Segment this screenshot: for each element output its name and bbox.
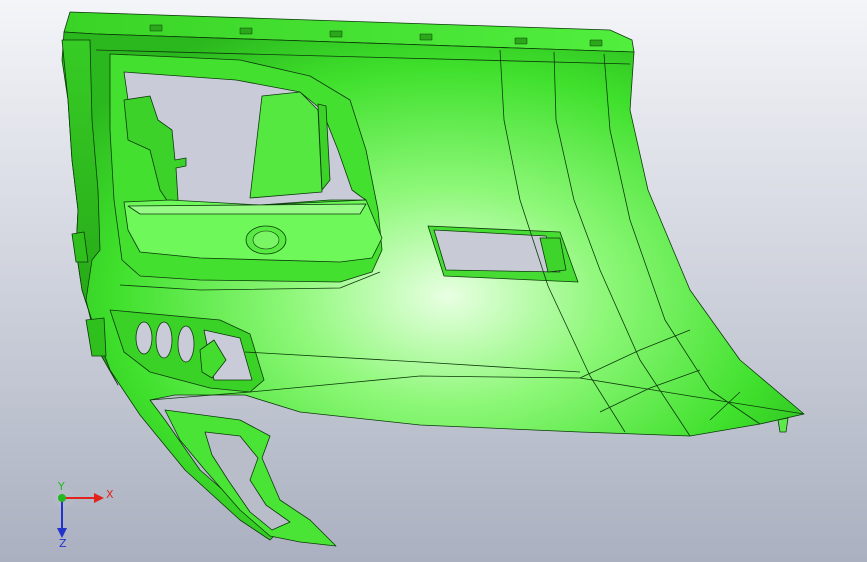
y-axis-label: Y (57, 480, 65, 493)
graphics-viewport[interactable]: X Y Z (0, 0, 867, 562)
grille-hole-3 (177, 325, 195, 363)
z-axis-label: Z (59, 537, 67, 548)
round-boss-inner (252, 230, 280, 250)
x-axis-arrow (94, 493, 104, 503)
notch-5 (514, 37, 528, 45)
grille-hole-2 (155, 321, 173, 359)
notch-6 (589, 39, 603, 47)
notch-2 (239, 27, 253, 35)
tray-lip (127, 203, 367, 215)
x-axis-label: X (106, 488, 114, 501)
notch-4 (419, 33, 433, 41)
notch-1 (149, 24, 163, 32)
cad-graphics-area[interactable] (0, 0, 867, 562)
notch-3 (329, 30, 343, 38)
axis-triad[interactable]: X Y Z (40, 478, 120, 548)
right-end-tab (777, 417, 789, 433)
grille-hole-1 (135, 321, 153, 355)
inner-rib (249, 91, 323, 199)
y-axis-dot (58, 494, 66, 502)
